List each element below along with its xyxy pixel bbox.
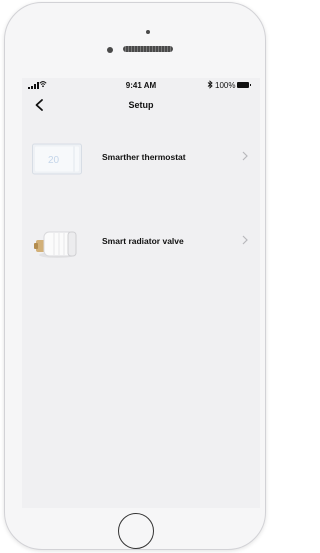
list-item-radiator-valve[interactable]: Smart radiator valve <box>22 204 260 288</box>
front-camera <box>107 47 113 53</box>
chevron-right-icon <box>242 151 248 161</box>
battery-icon <box>237 82 251 88</box>
radiator-valve-icon <box>34 231 77 258</box>
thermostat-icon: 20 <box>32 143 82 175</box>
item-label: Smart radiator valve <box>102 236 184 246</box>
navigation-bar: Setup <box>22 94 260 120</box>
device-list: 20 Smarther thermostat Smart radiator va… <box>22 120 260 288</box>
chevron-right-icon <box>242 235 248 245</box>
earpiece-speaker <box>123 46 173 52</box>
page-title: Setup <box>128 100 154 110</box>
thermostat-display-value: 20 <box>48 155 60 166</box>
battery-percent: 100% <box>215 81 236 90</box>
list-item-thermostat[interactable]: 20 Smarther thermostat <box>22 120 260 204</box>
status-bar: 9:41 AM 100% <box>22 78 260 94</box>
item-label: Smarther thermostat <box>102 152 186 162</box>
bluetooth-icon <box>207 80 213 89</box>
home-button[interactable] <box>118 513 154 549</box>
proximity-sensor <box>146 30 150 34</box>
app-screen: 9:41 AM 100% Setup 20 Smarther thermosta… <box>22 78 260 508</box>
